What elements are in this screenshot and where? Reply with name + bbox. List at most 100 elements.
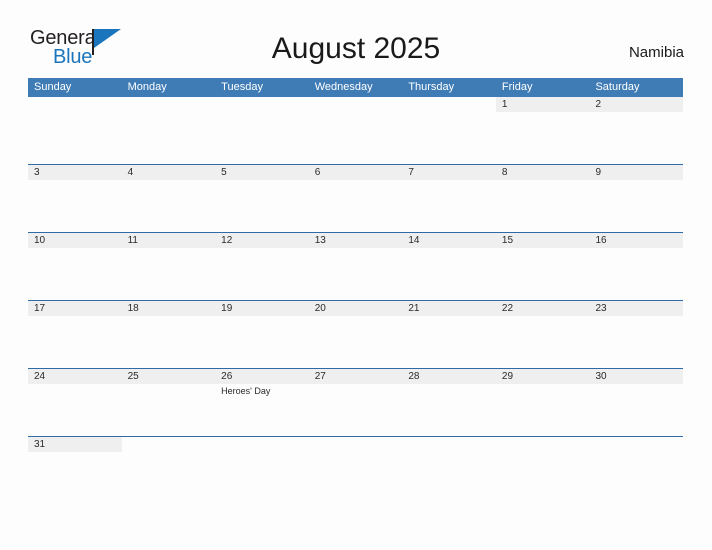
day-number: 6	[314, 167, 321, 178]
day-number: 22	[501, 303, 514, 314]
calendar-day-cell[interactable]: 11	[121, 233, 216, 300]
day-number-background	[28, 165, 122, 180]
calendar-day-cell-empty	[215, 97, 309, 164]
calendar-day-cell[interactable]: 20	[308, 301, 403, 368]
calendar-day-cell-empty	[309, 437, 403, 504]
calendar-day-cell[interactable]: 4	[121, 165, 216, 232]
day-number: 14	[408, 235, 420, 246]
calendar-day-cell[interactable]: 19	[215, 301, 309, 368]
calendar-day-cell[interactable]: 3	[28, 165, 122, 232]
calendar-grid: Sunday Monday Tuesday Wednesday Thursday…	[28, 78, 684, 465]
day-number: 5	[221, 167, 227, 178]
day-number: 20	[314, 303, 326, 314]
calendar-day-cell-empty	[122, 437, 216, 504]
weekday-header-row: Sunday Monday Tuesday Wednesday Thursday…	[28, 78, 683, 97]
day-number: 30	[595, 371, 607, 382]
calendar-week-row: 24 25 26 Heroes' Day 27 28 29 30	[28, 368, 684, 436]
week-date-band: 31	[28, 437, 683, 452]
day-number: 23	[595, 303, 607, 314]
day-number: 13	[314, 235, 326, 246]
day-number: 18	[127, 303, 139, 314]
calendar-day-cell[interactable]: 27	[308, 369, 403, 436]
weekday-header-thursday: Thursday	[408, 81, 455, 93]
day-number: 12	[221, 235, 233, 246]
calendar-day-cell[interactable]: 21	[402, 301, 496, 368]
calendar-day-cell[interactable]: 28	[402, 369, 496, 436]
calendar-day-cell[interactable]: 5	[215, 165, 309, 232]
day-number-background	[121, 165, 216, 180]
calendar-day-cell[interactable]: 18	[121, 301, 216, 368]
weekday-header-sunday: Sunday	[34, 81, 72, 93]
day-number-background	[589, 165, 684, 180]
day-number: 2	[595, 99, 602, 110]
calendar-day-cell[interactable]: 1	[495, 97, 590, 164]
day-number: 11	[127, 235, 138, 246]
day-number-background	[308, 165, 403, 180]
calendar-day-cell[interactable]: 26 Heroes' Day	[215, 369, 309, 436]
day-number: 27	[314, 371, 326, 382]
calendar-day-cell[interactable]: 31	[28, 437, 122, 504]
day-number: 3	[34, 167, 40, 178]
calendar-day-cell[interactable]: 2	[589, 97, 684, 164]
calendar-day-cell[interactable]: 23	[589, 301, 684, 368]
day-number: 31	[34, 439, 46, 450]
calendar-day-cell[interactable]: 13	[308, 233, 403, 300]
calendar-day-cell[interactable]: 9	[589, 165, 684, 232]
week-date-band: 24 25 26 Heroes' Day 27 28 29 30	[28, 369, 684, 396]
day-number: 10	[34, 235, 46, 246]
calendar-day-cell[interactable]: 17	[28, 301, 122, 368]
weekday-header-monday: Monday	[127, 81, 167, 93]
weekday-header-wednesday: Wednesday	[314, 81, 373, 93]
calendar-day-cell-empty	[402, 437, 496, 504]
day-number: 26	[221, 371, 233, 382]
calendar-day-cell-empty	[215, 437, 309, 504]
calendar-day-cell-empty	[402, 97, 496, 164]
calendar-day-cell[interactable]: 22	[495, 301, 590, 368]
calendar-week-row: 3 4 5 6 7 8 9	[28, 164, 684, 232]
day-number: 15	[501, 235, 514, 246]
page-header: General Blue August 2025 Namibia	[0, 0, 712, 78]
calendar-day-cell-empty	[589, 437, 683, 504]
calendar-day-cell[interactable]: 14	[402, 233, 496, 300]
day-number-background	[402, 165, 496, 180]
calendar-week-row: 17 18 19 20 21 22 23	[28, 300, 684, 368]
weekday-header-saturday: Saturday	[595, 81, 640, 93]
country-label: Namibia	[628, 44, 684, 61]
weekday-header-friday: Friday	[501, 81, 533, 93]
calendar-day-cell-empty	[122, 97, 216, 164]
calendar-page: General Blue August 2025 Namibia Sunday …	[0, 0, 712, 550]
day-number: 21	[408, 303, 420, 314]
day-number-background	[495, 165, 590, 180]
day-number: 8	[501, 167, 508, 178]
calendar-weeks: 1 2 3 4 5 6 7 8 9 10 11 12 13 14 15 16 17 18 19 20 21 22 23 24 2…	[28, 97, 684, 465]
day-number: 24	[34, 371, 46, 382]
calendar-day-cell[interactable]: 25	[121, 369, 216, 436]
holiday-event-label: Heroes' Day	[221, 386, 271, 396]
weekday-header-tuesday: Tuesday	[221, 81, 263, 93]
calendar-day-cell[interactable]: 30	[589, 369, 684, 436]
calendar-day-cell[interactable]: 12	[215, 233, 309, 300]
page-title: August 2025	[271, 32, 441, 65]
calendar-day-cell[interactable]: 6	[308, 165, 403, 232]
calendar-day-cell-empty	[28, 97, 122, 164]
day-number-background	[589, 97, 684, 112]
week-date-band: 17 18 19 20 21 22 23	[28, 301, 684, 316]
calendar-day-cell[interactable]: 8	[495, 165, 590, 232]
day-number: 4	[127, 167, 134, 178]
day-number: 7	[408, 167, 414, 178]
day-number-background	[215, 165, 309, 180]
calendar-day-cell[interactable]: 7	[402, 165, 496, 232]
day-number: 17	[34, 303, 46, 314]
day-number: 19	[221, 303, 233, 314]
day-number: 25	[127, 371, 139, 382]
calendar-day-cell[interactable]: 10	[28, 233, 122, 300]
calendar-day-cell[interactable]: 15	[495, 233, 590, 300]
day-number-background	[495, 97, 590, 112]
day-number: 29	[501, 371, 514, 382]
calendar-day-cell[interactable]: 29	[495, 369, 590, 436]
week-date-band: 3 4 5 6 7 8 9	[28, 165, 684, 180]
week-date-band: 12	[28, 97, 684, 112]
day-number: 9	[595, 167, 602, 178]
calendar-day-cell[interactable]: 16	[589, 233, 684, 300]
calendar-day-cell[interactable]: 24	[28, 369, 122, 436]
